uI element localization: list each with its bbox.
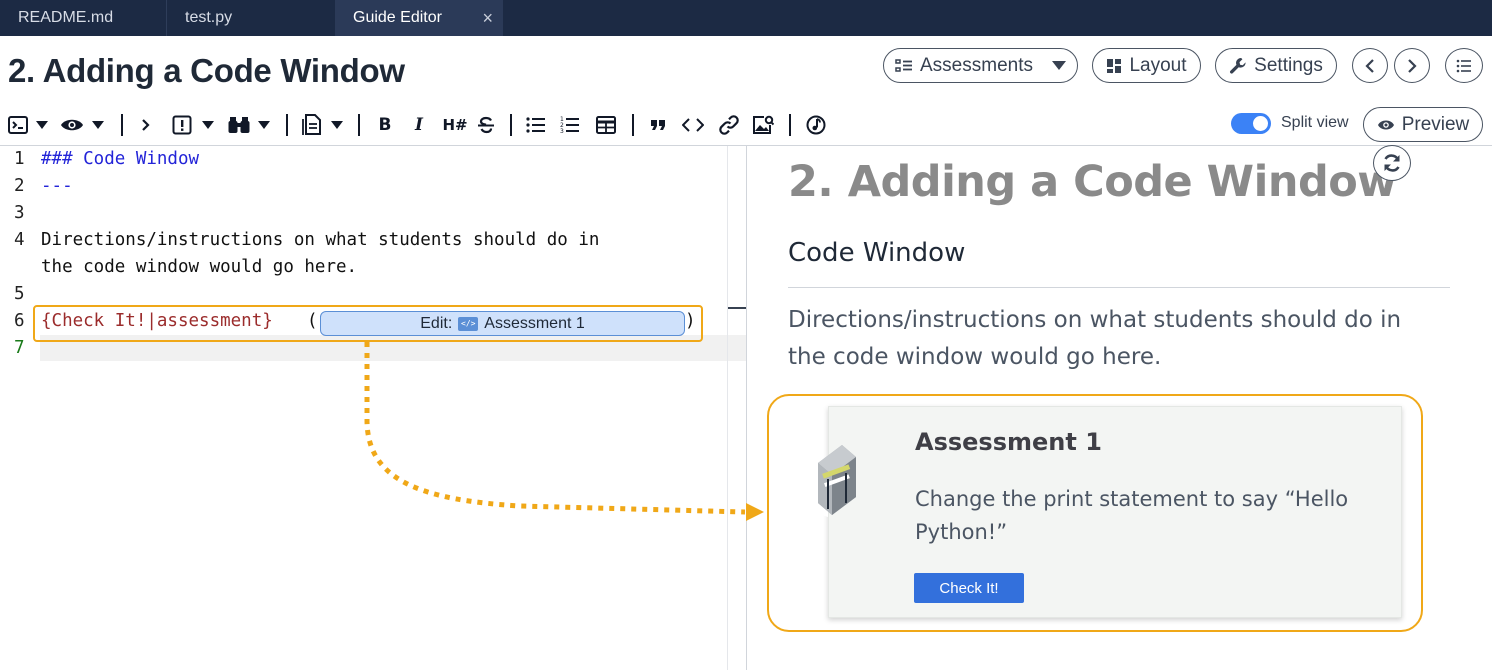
previous-page-button[interactable] bbox=[1352, 48, 1388, 83]
assessment-instructions: Change the print statement to say “Hello… bbox=[915, 487, 1349, 544]
line-number: 6 bbox=[14, 311, 25, 331]
chevron-left-icon bbox=[1365, 58, 1374, 73]
tab-test-py[interactable]: test.py bbox=[167, 0, 335, 36]
chevron-down-icon[interactable] bbox=[35, 112, 49, 138]
assessments-button[interactable]: Assessments bbox=[883, 48, 1078, 83]
assessments-label: Assessments bbox=[920, 54, 1033, 76]
code-line: ### Code Window bbox=[41, 149, 200, 169]
refresh-icon bbox=[1384, 154, 1400, 172]
line-number: 4 bbox=[14, 230, 25, 250]
tab-guide-editor[interactable]: Guide Editor × bbox=[335, 0, 503, 36]
chevron-right-icon bbox=[1408, 58, 1417, 73]
line-number: 3 bbox=[14, 203, 25, 223]
preview-label: Preview bbox=[1401, 113, 1470, 135]
toolbar-separator bbox=[286, 114, 288, 136]
chevron-down-icon[interactable] bbox=[330, 112, 344, 138]
tab-label: Guide Editor bbox=[353, 9, 442, 26]
toolbar-separator bbox=[632, 114, 634, 136]
editor-rule-marker bbox=[728, 307, 746, 309]
binoculars-icon[interactable] bbox=[228, 112, 250, 138]
line-number: 1 bbox=[14, 149, 25, 169]
code-line: --- bbox=[41, 176, 73, 196]
list-icon bbox=[1456, 59, 1471, 72]
chevron-down-icon[interactable] bbox=[201, 112, 215, 138]
eye-icon bbox=[1377, 120, 1394, 129]
heading-icon[interactable]: H# bbox=[442, 112, 468, 138]
alert-box-icon[interactable] bbox=[171, 112, 193, 138]
split-view-toggle[interactable] bbox=[1231, 113, 1271, 134]
toolbar-separator bbox=[358, 114, 360, 136]
next-page-button[interactable] bbox=[1394, 48, 1430, 83]
quote-icon[interactable] bbox=[649, 112, 667, 138]
layout-button[interactable]: Layout bbox=[1092, 48, 1201, 83]
assessment-type-icon bbox=[772, 445, 856, 517]
chevron-down-icon[interactable] bbox=[91, 112, 105, 138]
toolbar-separator bbox=[789, 114, 791, 136]
tab-label: test.py bbox=[185, 9, 233, 26]
svg-text:3: 3 bbox=[560, 128, 564, 134]
preview-title: 2. Adding a Code Window bbox=[788, 157, 1397, 207]
tab-readme[interactable]: README.md bbox=[0, 0, 167, 36]
split-view-label: Split view bbox=[1281, 114, 1349, 131]
edit-assessment-widget[interactable]: Edit: </> Assessment 1 bbox=[320, 311, 685, 336]
chevron-right-icon[interactable] bbox=[138, 112, 154, 138]
editor-print-margin bbox=[727, 146, 728, 670]
preview-divider bbox=[788, 287, 1450, 288]
edit-label: Edit: bbox=[420, 314, 453, 332]
italic-icon[interactable]: I bbox=[410, 112, 428, 138]
tab-label: README.md bbox=[18, 9, 114, 26]
strikethrough-icon[interactable] bbox=[476, 112, 496, 138]
page-title: 2. Adding a Code Window bbox=[8, 52, 405, 89]
toolbar-separator bbox=[510, 114, 512, 136]
line-number: 2 bbox=[14, 176, 25, 196]
numbered-list-icon[interactable]: 123 bbox=[560, 112, 580, 138]
settings-button[interactable]: Settings bbox=[1215, 48, 1337, 83]
tab-bar: README.md test.py Guide Editor × bbox=[0, 0, 1492, 36]
eye-icon[interactable] bbox=[60, 112, 84, 138]
bold-icon[interactable]: B bbox=[376, 112, 394, 138]
line-number: 7 bbox=[14, 338, 25, 358]
code-icon: </> bbox=[458, 316, 479, 331]
image-search-icon[interactable] bbox=[752, 112, 774, 138]
split-divider[interactable] bbox=[746, 146, 747, 670]
layout-label: Layout bbox=[1129, 54, 1187, 76]
check-it-button[interactable]: Check It! bbox=[914, 573, 1024, 603]
terminal-icon[interactable] bbox=[8, 112, 28, 138]
link-icon[interactable] bbox=[718, 112, 740, 138]
code-line: Directions/instructions on what students… bbox=[41, 230, 600, 250]
close-icon[interactable]: × bbox=[482, 8, 493, 28]
layout-icon bbox=[1107, 58, 1122, 73]
wrench-icon bbox=[1230, 57, 1246, 74]
document-icon[interactable] bbox=[301, 112, 323, 138]
chevron-down-icon[interactable] bbox=[257, 112, 271, 138]
table-icon[interactable] bbox=[595, 112, 617, 138]
chevron-down-icon bbox=[1051, 61, 1066, 70]
settings-label: Settings bbox=[1254, 54, 1323, 76]
assessment-title: Assessment 1 bbox=[915, 428, 1102, 456]
bullet-list-icon[interactable] bbox=[526, 112, 546, 138]
toolbar-separator bbox=[121, 114, 123, 136]
line-number: 5 bbox=[14, 284, 25, 304]
preview-paragraph: Directions/instructions on what students… bbox=[788, 307, 1402, 370]
outline-menu-button[interactable] bbox=[1445, 48, 1483, 83]
preview-heading: Code Window bbox=[788, 238, 966, 268]
music-note-icon[interactable] bbox=[805, 112, 827, 138]
code-icon[interactable] bbox=[681, 112, 705, 138]
list-icon bbox=[895, 58, 912, 72]
markdown-editor[interactable] bbox=[0, 146, 746, 670]
refresh-button[interactable] bbox=[1373, 145, 1411, 181]
editor-toolbar: B I H# 123 bbox=[0, 108, 840, 142]
edit-assessment-name: Assessment 1 bbox=[484, 314, 585, 332]
preview-button[interactable]: Preview bbox=[1363, 107, 1483, 142]
code-line: the code window would go here. bbox=[41, 257, 358, 277]
